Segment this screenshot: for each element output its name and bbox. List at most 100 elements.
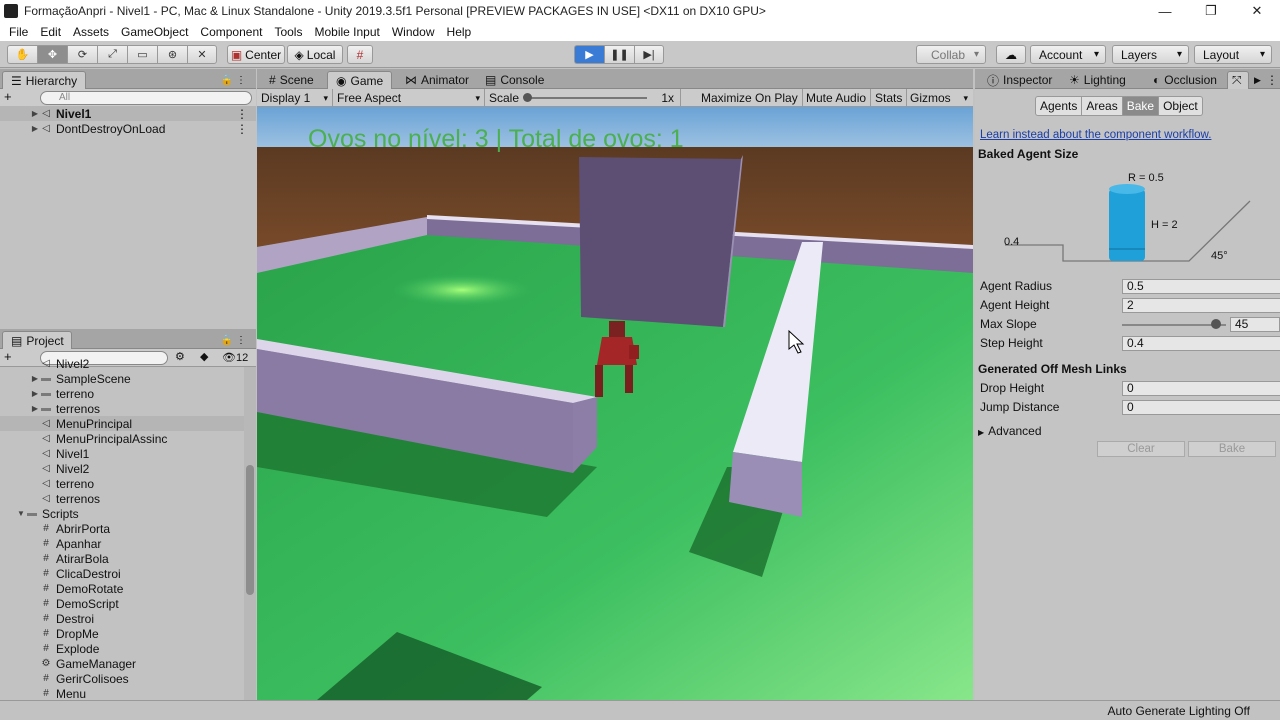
subtab-areas[interactable]: Areas xyxy=(1082,96,1123,116)
panel-menu-icon[interactable]: 🔒 ⋮ xyxy=(213,71,254,89)
scrollbar-thumb[interactable] xyxy=(246,465,254,595)
tab-project[interactable]: ▤ Project xyxy=(2,331,72,349)
item-menu-icon[interactable]: ⋮ xyxy=(236,107,248,121)
scale-thumb[interactable] xyxy=(523,93,532,102)
project-item[interactable]: ▶ ▬ SampleScene xyxy=(0,371,244,386)
layout-dropdown[interactable]: Layout xyxy=(1194,45,1272,64)
project-item[interactable]: # AbrirPorta xyxy=(0,521,244,536)
layers-dropdown[interactable]: Layers xyxy=(1112,45,1189,64)
restore-button[interactable]: ❐ xyxy=(1188,0,1234,22)
expand-icon[interactable]: ▶ xyxy=(30,124,40,133)
clear-button[interactable]: Clear xyxy=(1097,441,1185,457)
step-height-field[interactable]: 0.4 xyxy=(1122,336,1280,351)
menu-component[interactable]: Component xyxy=(194,25,268,39)
rotate-tool-icon[interactable]: ⟳ xyxy=(67,45,97,64)
rect-tool-icon[interactable]: ▭ xyxy=(127,45,157,64)
tab-navigation[interactable]: ⤧ xyxy=(1227,71,1249,89)
menu-file[interactable]: File xyxy=(3,25,34,39)
project-item[interactable]: ◁ terrenos xyxy=(0,491,244,506)
create-button[interactable]: + xyxy=(4,89,12,104)
game-viewport[interactable]: Ovos no nível: 3 | Total de ovos: 1 xyxy=(257,107,973,700)
tab-lighting[interactable]: ☀ Lighting xyxy=(1061,71,1134,89)
move-tool-icon[interactable]: ✥ xyxy=(37,45,67,64)
display-dropdown[interactable]: Display 1 ▾ xyxy=(257,89,333,107)
menu-edit[interactable]: Edit xyxy=(34,25,67,39)
project-item[interactable]: # AtirarBola xyxy=(0,551,244,566)
expand-icon[interactable]: ▶ xyxy=(30,404,40,413)
cloud-icon[interactable]: ☁ xyxy=(996,45,1026,64)
project-item[interactable]: # Explode xyxy=(0,641,244,656)
project-item[interactable]: # ClicaDestroi xyxy=(0,566,244,581)
project-item[interactable]: # DropMe xyxy=(0,626,244,641)
max-slope-thumb[interactable] xyxy=(1210,319,1221,329)
expand-icon[interactable]: ▼ xyxy=(16,509,26,518)
hierarchy-item-ddol[interactable]: ▶ ◁ DontDestroyOnLoad ⋮ xyxy=(0,121,256,136)
tab-occlusion[interactable]: ◐ Occlusion xyxy=(1145,71,1225,89)
menu-tools[interactable]: Tools xyxy=(268,25,308,39)
play-button[interactable]: ▶ xyxy=(574,45,604,64)
hierarchy-search-input[interactable]: All xyxy=(40,91,252,105)
component-workflow-link[interactable]: Learn instead about the component workfl… xyxy=(980,129,1211,141)
project-item[interactable]: ▶ ▬ terrenos xyxy=(0,401,244,416)
gizmos-dropdown[interactable]: Gizmos ▾ xyxy=(906,89,973,107)
project-item[interactable]: ◁ MenuPrincipal xyxy=(0,416,244,431)
tab-scroll-right-icon[interactable]: ▶ xyxy=(1251,71,1264,89)
project-item[interactable]: # GerirColisoes xyxy=(0,671,244,686)
project-item[interactable]: # Destroi xyxy=(0,611,244,626)
project-item[interactable]: # DemoRotate xyxy=(0,581,244,596)
project-item[interactable]: ▶ ▬ terreno xyxy=(0,386,244,401)
project-item[interactable]: ⚙ GameManager xyxy=(0,656,244,671)
item-menu-icon[interactable]: ⋮ xyxy=(236,122,248,136)
project-item[interactable]: # Menu xyxy=(0,686,244,701)
advanced-foldout[interactable]: ▶ Advanced xyxy=(978,424,1042,438)
agent-radius-field[interactable]: 0.5 xyxy=(1122,279,1280,294)
tab-hierarchy[interactable]: ☰ Hierarchy xyxy=(2,71,86,89)
project-item[interactable]: # DemoScript xyxy=(0,596,244,611)
custom-tool-icon[interactable]: ✕ xyxy=(187,45,217,64)
hierarchy-item-scene[interactable]: ▶ ◁ Nivel1 ⋮ xyxy=(0,106,256,121)
subtab-object[interactable]: Object xyxy=(1159,96,1203,116)
menu-mobile-input[interactable]: Mobile Input xyxy=(308,25,385,39)
agent-height-field[interactable]: 2 xyxy=(1122,298,1280,313)
transform-tool-icon[interactable]: ⊛ xyxy=(157,45,187,64)
minimize-button[interactable]: — xyxy=(1142,0,1188,22)
maximize-on-play-toggle[interactable]: Maximize On Play xyxy=(697,89,803,107)
project-item[interactable]: ▼ ▬ Scripts xyxy=(0,506,244,521)
tab-animator[interactable]: ⋈ Animator xyxy=(397,71,477,89)
step-button[interactable]: ▶| xyxy=(634,45,664,64)
bake-button[interactable]: Bake xyxy=(1188,441,1276,457)
tab-console[interactable]: ▤ Console xyxy=(477,71,552,89)
max-slope-field[interactable]: 45 xyxy=(1230,317,1280,332)
collab-dropdown[interactable]: Collab xyxy=(916,45,986,64)
panel-menu-icon[interactable]: ⋮ xyxy=(1263,71,1280,89)
subtab-bake[interactable]: Bake xyxy=(1122,96,1160,116)
jump-distance-field[interactable]: 0 xyxy=(1122,400,1280,415)
menu-gameobject[interactable]: GameObject xyxy=(115,25,194,39)
expand-icon[interactable]: ▶ xyxy=(30,374,40,383)
panel-menu-icon[interactable]: 🔒 ⋮ xyxy=(213,331,254,349)
expand-icon[interactable]: ▶ xyxy=(30,109,40,118)
pause-button[interactable]: ❚❚ xyxy=(604,45,634,64)
grid-snap-icon[interactable]: # xyxy=(347,45,373,64)
scale-slider[interactable]: Scale 1x xyxy=(485,89,681,107)
expand-icon[interactable]: ▶ xyxy=(30,389,40,398)
account-dropdown[interactable]: Account xyxy=(1030,45,1106,64)
pivot-center-button[interactable]: ▣ Center xyxy=(227,45,285,64)
menu-help[interactable]: Help xyxy=(441,25,478,39)
menu-window[interactable]: Window xyxy=(386,25,441,39)
tab-scene[interactable]: # Scene xyxy=(261,71,322,89)
project-item[interactable]: ◁ MenuPrincipalAssinc xyxy=(0,431,244,446)
project-item[interactable]: ◁ terreno xyxy=(0,476,244,491)
project-scrollbar[interactable] xyxy=(244,367,256,700)
stats-toggle[interactable]: Stats xyxy=(871,89,908,107)
project-item[interactable]: ◁ Nivel2 xyxy=(0,461,244,476)
tab-game[interactable]: ◉ Game xyxy=(327,71,393,89)
auto-lighting-status[interactable]: Auto Generate Lighting Off xyxy=(1107,704,1250,718)
project-item[interactable]: # Apanhar xyxy=(0,536,244,551)
mute-audio-toggle[interactable]: Mute Audio xyxy=(802,89,872,107)
hand-tool-icon[interactable]: ✋ xyxy=(7,45,37,64)
aspect-dropdown[interactable]: Free Aspect ▾ xyxy=(333,89,485,107)
project-item[interactable]: ◁ Nivel2 xyxy=(0,356,244,371)
scale-tool-icon[interactable]: ⤢ xyxy=(97,45,127,64)
tab-inspector[interactable]: ⓘ Inspector xyxy=(979,71,1060,89)
